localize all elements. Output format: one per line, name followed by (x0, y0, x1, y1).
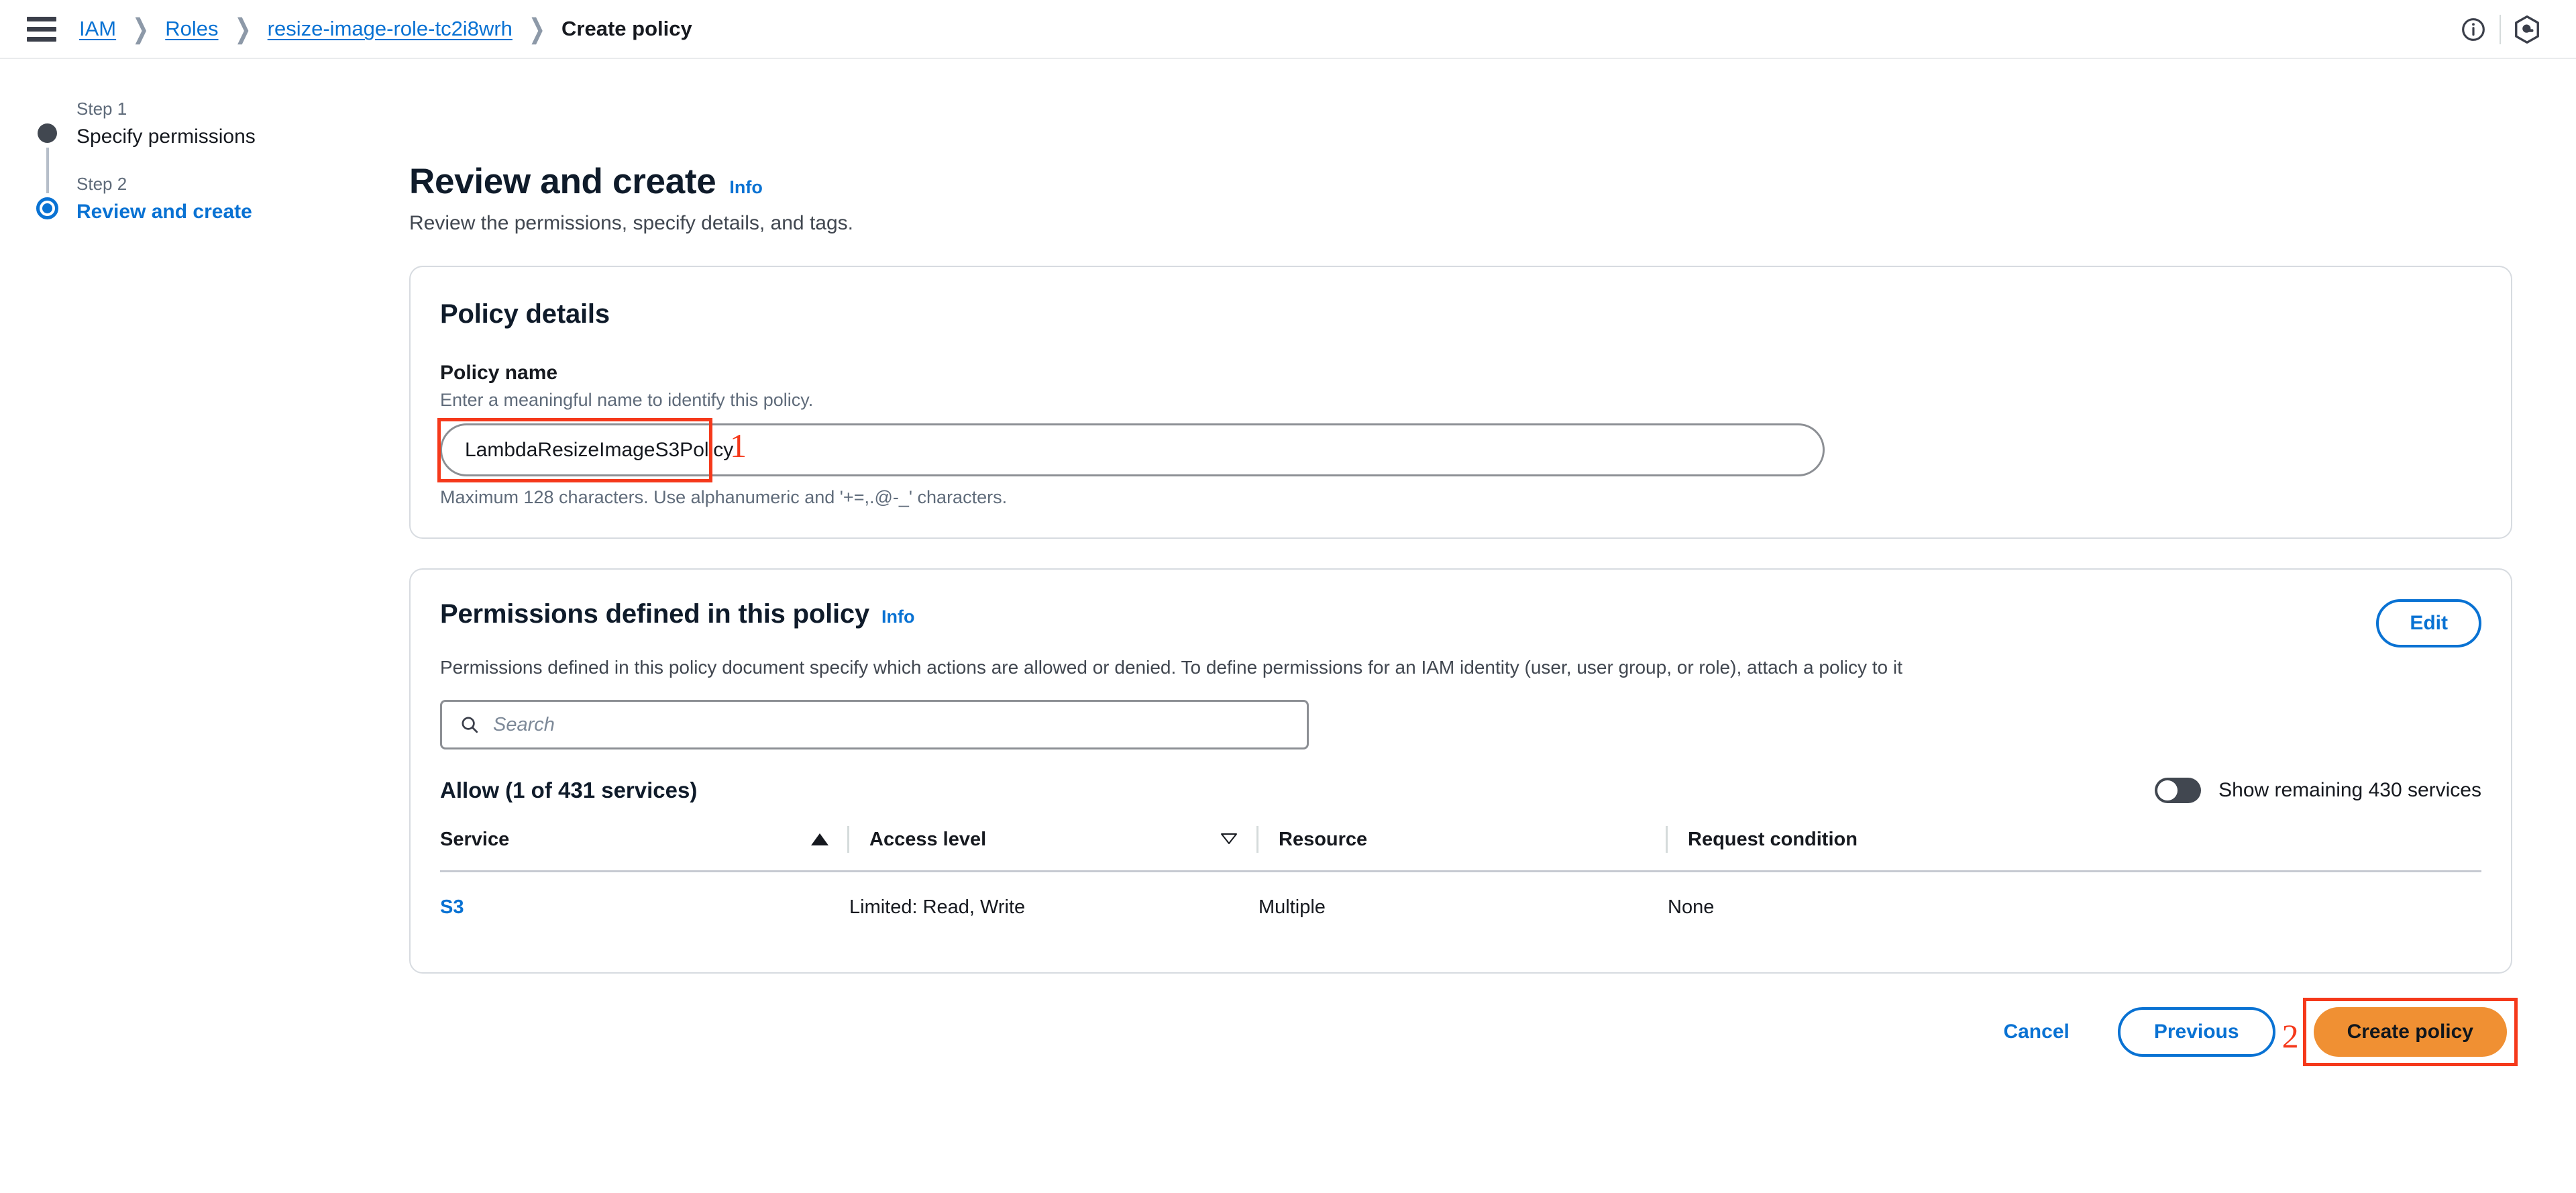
column-label-request-condition: Request condition (1688, 828, 1858, 850)
info-circle-icon[interactable] (2447, 3, 2500, 56)
breadcrumb: IAM ❯ Roles ❯ resize-image-role-tc2i8wrh… (79, 14, 692, 44)
policy-name-value: LambdaResizeImageS3Policy (465, 438, 734, 461)
edit-button[interactable]: Edit (2376, 599, 2481, 647)
page-info-link[interactable]: Info (729, 177, 762, 198)
breadcrumb-item-iam[interactable]: IAM (79, 17, 116, 41)
sort-ascending-icon[interactable] (811, 833, 828, 845)
step-2-label: Step 2 (76, 174, 127, 194)
step-1-label: Step 1 (76, 99, 127, 119)
column-label-service: Service (440, 828, 510, 850)
search-placeholder: Search (493, 713, 555, 735)
wizard-sidebar: Step 1 Specify permissions Step 2 Review… (0, 59, 409, 1193)
policy-details-title: Policy details (440, 299, 610, 329)
create-policy-button[interactable]: Create policy (2313, 1007, 2507, 1057)
policy-name-input[interactable]: LambdaResizeImageS3Policy (440, 423, 1825, 476)
column-header-access-level[interactable]: Access level (849, 826, 1258, 872)
toggle-switch-icon[interactable] (2155, 778, 2202, 803)
breadcrumb-separator: ❯ (132, 13, 150, 44)
column-label-resource: Resource (1279, 828, 1368, 850)
column-header-resource[interactable]: Resource (1258, 826, 1668, 872)
toggle-label: Show remaining 430 services (2218, 779, 2481, 801)
page-header: Review and create Info Review the permis… (409, 59, 2512, 235)
cell-access-level: Limited: Read, Write (849, 896, 1026, 918)
wizard-steps: Step 1 Specify permissions Step 2 Review… (0, 98, 409, 248)
page-body: Step 1 Specify permissions Step 2 Review… (0, 59, 2576, 1193)
cell-service: S3 (440, 872, 849, 942)
step-2-indicator (32, 193, 62, 223)
search-icon (462, 717, 478, 733)
breadcrumb-separator: ❯ (528, 13, 546, 44)
table-header-row: Service Access level Resource Request co… (440, 826, 2481, 872)
hamburger-line (27, 36, 56, 42)
policy-name-hint: Maximum 128 characters. Use alphanumeric… (440, 487, 1008, 507)
service-link-s3[interactable]: S3 (440, 896, 464, 918)
policy-name-label: Policy name (440, 362, 558, 384)
page-subtitle: Review the permissions, specify details,… (409, 212, 853, 234)
hamburger-line (27, 26, 56, 32)
step-1-indicator (32, 118, 62, 148)
hamburger-line (27, 16, 56, 21)
sort-descending-icon[interactable] (1220, 829, 1238, 851)
step-connector-line (46, 148, 49, 196)
step-active-dot-icon (36, 197, 58, 219)
breadcrumb-item-role[interactable]: resize-image-role-tc2i8wrh (268, 17, 513, 41)
step-1-title[interactable]: Specify permissions (76, 123, 409, 150)
policy-name-description: Enter a meaningful name to identify this… (440, 390, 814, 410)
column-header-service[interactable]: Service (440, 826, 849, 872)
step-done-dot-icon (37, 123, 57, 143)
wizard-step-1[interactable]: Step 1 Specify permissions (32, 98, 409, 196)
permissions-info-link[interactable]: Info (881, 607, 914, 627)
allow-services-heading: Allow (1 of 431 services) (440, 778, 698, 802)
main-content: Review and create Info Review the permis… (409, 59, 2576, 1193)
hamburger-menu-icon[interactable] (27, 15, 58, 42)
cancel-button[interactable]: Cancel (1984, 1010, 2088, 1054)
topbar-actions (2447, 0, 2553, 59)
permissions-card: Permissions defined in this policy Info … (409, 568, 2512, 974)
column-header-request-condition[interactable]: Request condition (1668, 826, 2481, 872)
annotation-number-2: 2 (2282, 1017, 2299, 1055)
wizard-actions: Cancel Previous 2 Create policy (409, 998, 2518, 1066)
policy-details-card: Policy details Policy name Enter a meani… (409, 266, 2512, 539)
permissions-title: Permissions defined in this policy (440, 599, 870, 629)
show-remaining-services-toggle[interactable]: Show remaining 430 services (2155, 778, 2481, 803)
breadcrumb-item-roles[interactable]: Roles (165, 17, 218, 41)
table-row: S3 Limited: Read, Write Multiple None (440, 872, 2481, 942)
step-2-title[interactable]: Review and create (76, 199, 409, 225)
previous-button[interactable]: Previous (2117, 1007, 2275, 1057)
cell-request-condition: None (1668, 896, 1715, 918)
breadcrumb-separator: ❯ (234, 13, 252, 44)
wizard-step-2[interactable]: Step 2 Review and create (32, 173, 409, 248)
cell-resource: Multiple (1258, 896, 1326, 918)
top-navigation-bar: IAM ❯ Roles ❯ resize-image-role-tc2i8wrh… (0, 0, 2576, 59)
breadcrumb-item-current: Create policy (561, 17, 692, 40)
column-label-access-level: Access level (869, 828, 987, 850)
page-title: Review and create (409, 162, 716, 201)
permissions-description: Permissions defined in this policy docum… (440, 657, 1902, 678)
search-input[interactable]: Search (440, 700, 1309, 749)
aws-q-hexagon-icon[interactable] (2501, 3, 2553, 56)
permissions-table: Service Access level Resource Request co… (440, 826, 2481, 941)
